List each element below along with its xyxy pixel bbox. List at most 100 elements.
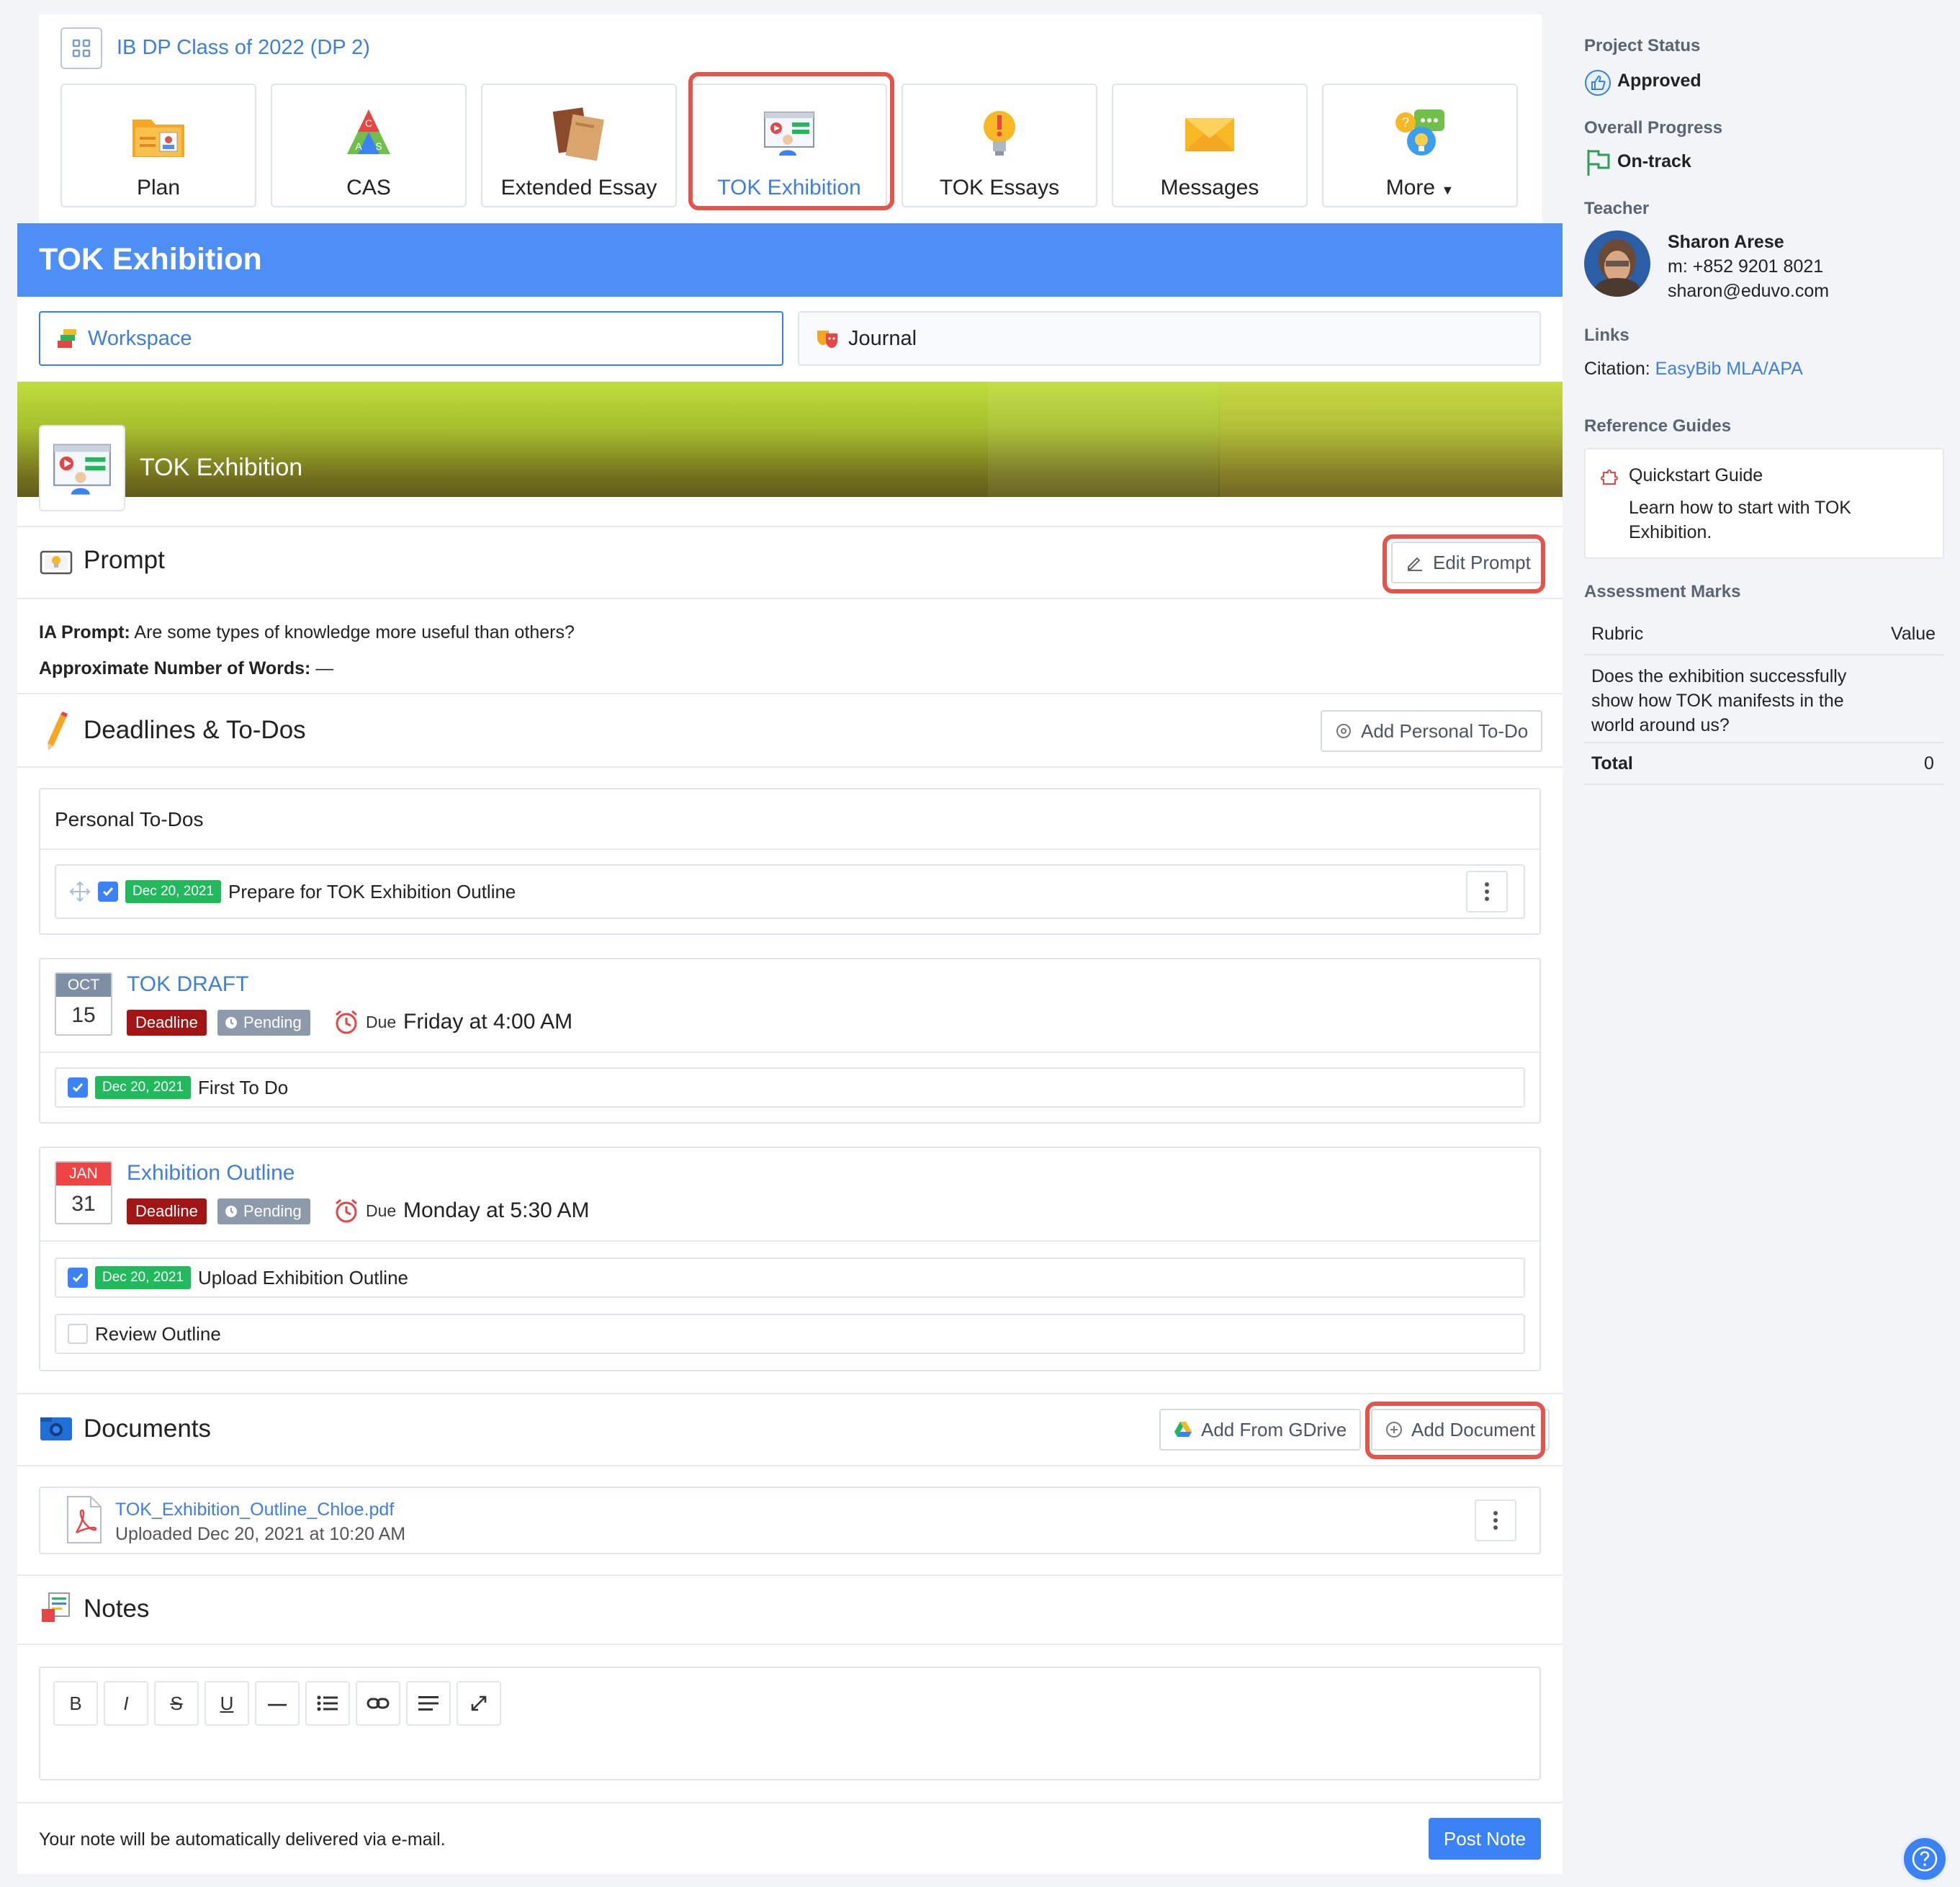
nav-tile-cas[interactable]: CAS CAS — [271, 84, 467, 207]
plan-folder-icon — [132, 120, 184, 157]
align-button[interactable] — [406, 1681, 451, 1726]
document-menu-button[interactable] — [1475, 1500, 1516, 1541]
workspace-icon — [58, 329, 76, 348]
help-button[interactable] — [1901, 1835, 1948, 1883]
teacher-label: Teacher — [1584, 199, 1650, 218]
reference-guides-label: Reference Guides — [1584, 416, 1732, 436]
documents-title: Documents — [84, 1415, 212, 1443]
word-count-label: Approximate Number of Words: — [39, 658, 311, 678]
target-icon — [1336, 724, 1351, 738]
ia-prompt-text: Are some types of knowledge more useful … — [134, 622, 575, 642]
link-icon — [367, 1698, 390, 1709]
tab-journal[interactable]: Journal — [798, 311, 1541, 366]
nav-tile-label: Plan — [136, 176, 181, 200]
calendar-date: OCT 15 — [55, 972, 112, 1036]
calendar-month: JAN — [56, 1162, 111, 1185]
flag-icon — [1587, 150, 1610, 176]
calendar-day: 15 — [71, 1003, 96, 1027]
todo-text: Upload Exhibition Outline — [198, 1266, 408, 1288]
fullscreen-button[interactable] — [457, 1681, 501, 1726]
divider — [17, 526, 1563, 527]
links-label: Links — [1584, 326, 1629, 345]
thumbs-up-icon — [1585, 70, 1611, 96]
strikethrough-glyph: S — [170, 1692, 183, 1714]
clock-icon — [225, 1017, 237, 1028]
citation-link[interactable]: EasyBib MLA/APA — [1655, 359, 1803, 379]
todo-checkbox[interactable] — [68, 1077, 88, 1098]
project-status-label: Project Status — [1584, 36, 1701, 55]
divider — [17, 1574, 1563, 1576]
nav-tile-extended-essay[interactable]: Extended Essay — [481, 84, 677, 207]
link-button[interactable] — [356, 1681, 400, 1726]
clock-icon — [225, 1206, 237, 1217]
status-text: Pending — [243, 1013, 302, 1031]
divider — [17, 766, 1563, 768]
prompt-title: Prompt — [84, 546, 165, 574]
alarm-clock-icon — [336, 1010, 357, 1034]
todo-text: First To Do — [198, 1076, 289, 1098]
quickstart-guide-link[interactable]: Quickstart Guide — [1629, 465, 1763, 486]
citation-label: Citation: — [1584, 359, 1650, 379]
extended-essay-books-icon — [552, 107, 604, 161]
align-icon — [418, 1696, 439, 1711]
class-grid-icon[interactable] — [60, 27, 102, 69]
todo-checkbox[interactable] — [98, 882, 118, 902]
todo-item: Dec 20, 2021 Upload Exhibition Outline — [55, 1258, 1525, 1298]
camera-folder-icon — [40, 1417, 72, 1440]
todo-menu-button[interactable] — [1466, 871, 1508, 913]
deadline-badge: Deadline — [127, 1198, 207, 1224]
deadline-title-link[interactable]: Exhibition Outline — [127, 1161, 295, 1185]
document-link[interactable]: TOK_Exhibition_Outline_Chloe.pdf — [115, 1500, 394, 1520]
todo-checkbox[interactable] — [68, 1268, 88, 1288]
teacher-phone: m: +852 9201 8021 — [1668, 256, 1824, 277]
word-count-value: — — [315, 658, 334, 678]
guide-description: Learn how to start with TOK Exhibition. — [1629, 498, 1851, 542]
todo-text: Prepare for TOK Exhibition Outline — [228, 880, 516, 902]
nav-tile-label: Extended Essay — [500, 176, 657, 200]
status-badge: Pending — [217, 1198, 310, 1224]
deadline-title-link[interactable]: TOK DRAFT — [127, 972, 248, 997]
divider — [1584, 784, 1944, 785]
lightbulb-icon — [984, 111, 1015, 156]
add-from-gdrive-button[interactable]: Add From GDrive — [1159, 1409, 1362, 1451]
highlight-outline — [1383, 534, 1545, 593]
tab-workspace[interactable]: Workspace — [39, 311, 783, 366]
todo-item: Dec 20, 2021 Prepare for TOK Exhibition … — [55, 864, 1525, 919]
divider — [17, 1465, 1563, 1466]
horizontal-rule-glyph: — — [268, 1692, 287, 1714]
status-badge: Pending — [217, 1010, 310, 1036]
total-value: 0 — [1924, 753, 1934, 774]
puzzle-icon — [1601, 470, 1618, 485]
nav-tile-more[interactable]: ? More ▼ — [1322, 84, 1518, 207]
deadlines-title: Deadlines & To-Dos — [84, 716, 306, 744]
divider — [17, 693, 1563, 694]
nav-tile-messages[interactable]: Messages — [1112, 84, 1308, 207]
bullet-list-button[interactable] — [305, 1681, 350, 1726]
personal-todos-title: Personal To-Dos — [55, 808, 204, 830]
horizontal-rule-button[interactable]: — — [255, 1681, 300, 1726]
italic-button[interactable]: I — [104, 1681, 148, 1726]
post-note-button[interactable]: Post Note — [1429, 1818, 1541, 1860]
banner-title: TOK Exhibition — [140, 454, 303, 481]
teacher-email-link[interactable]: sharon@eduvo.com — [1668, 281, 1829, 302]
assessment-marks-label: Assessment Marks — [1584, 582, 1741, 601]
underline-button[interactable]: U — [204, 1681, 249, 1726]
tok-exhibition-banner-icon — [39, 425, 125, 511]
todo-checkbox[interactable] — [68, 1324, 88, 1344]
add-personal-todo-button[interactable]: Add Personal To-Do — [1321, 710, 1543, 752]
ia-prompt-label: IA Prompt: — [39, 622, 130, 642]
project-status-value: Approved — [1617, 71, 1701, 91]
expand-icon — [471, 1695, 487, 1711]
nav-tile-tok-essays[interactable]: TOK Essays — [902, 84, 1097, 207]
nav-tile-label: More ▼ — [1385, 176, 1455, 200]
prompt-board-icon — [40, 550, 73, 575]
drag-handle-icon[interactable] — [69, 881, 91, 902]
due-time: Friday at 4:00 AM — [403, 1010, 573, 1034]
bold-button[interactable]: B — [53, 1681, 98, 1726]
strikethrough-button[interactable]: S — [154, 1681, 199, 1726]
pencil-section-icon — [48, 712, 68, 750]
class-name-link[interactable]: IB DP Class of 2022 (DP 2) — [117, 36, 370, 60]
divider — [40, 1240, 1539, 1242]
nav-tile-plan[interactable]: Plan — [60, 84, 256, 207]
rubric-header: Rubric — [1591, 624, 1644, 644]
